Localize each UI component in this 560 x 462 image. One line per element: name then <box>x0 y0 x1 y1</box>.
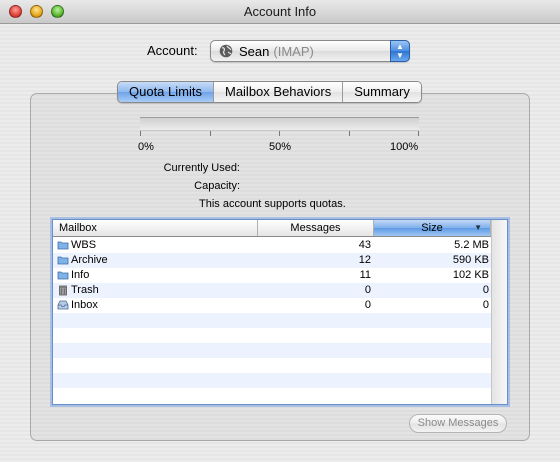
table-header: Mailbox Messages Size ▼ <box>53 220 491 237</box>
column-header-size-label: Size <box>421 222 443 234</box>
quota-ticks <box>140 131 419 136</box>
mailbox-name: Info <box>71 269 90 281</box>
empty-row <box>53 313 491 328</box>
mailbox-size: 0 <box>482 299 489 311</box>
account-name: Sean (IMAP) <box>239 44 314 59</box>
tab-quota-limits[interactable]: Quota Limits <box>118 82 213 102</box>
tick-label-0: 0% <box>138 141 154 153</box>
table-row[interactable]: Info 11 102 KB <box>53 268 491 283</box>
mailbox-size: 5.2 MB <box>454 239 489 251</box>
mailbox-name: Trash <box>71 284 99 296</box>
tick-0 <box>140 131 141 136</box>
account-name-text: Sean <box>239 44 270 59</box>
trash-icon <box>59 285 67 296</box>
title-bar[interactable]: Account Info <box>0 0 560 24</box>
message-count: 43 <box>358 239 371 251</box>
account-popup[interactable]: Sean (IMAP) ▲ ▼ <box>210 40 410 62</box>
window-title: Account Info <box>243 4 317 19</box>
table-row[interactable]: WBS 43 5.2 MB <box>53 238 491 253</box>
table-row[interactable]: Inbox 0 0 <box>53 298 491 313</box>
mailbox-size: 102 KB <box>452 269 489 281</box>
table-row[interactable]: Trash 0 0 <box>53 283 491 298</box>
message-count: 0 <box>364 299 371 311</box>
empty-row <box>53 388 491 403</box>
tick-50 <box>279 131 280 136</box>
tick-25 <box>210 131 211 136</box>
empty-row <box>53 358 491 373</box>
message-count: 11 <box>359 269 371 281</box>
tab-summary[interactable]: Summary <box>342 82 421 102</box>
tab-bar: Quota Limits Mailbox Behaviors Summary <box>117 81 422 103</box>
tick-100 <box>418 131 419 136</box>
folder-icon <box>57 256 69 265</box>
folder-icon <box>57 271 69 280</box>
popup-stepper-icon: ▲ ▼ <box>390 40 410 62</box>
folder-icon <box>57 241 69 250</box>
mailbox-size: 0 <box>482 284 489 296</box>
mailbox-name: WBS <box>71 239 97 251</box>
message-count: 12 <box>358 254 371 266</box>
empty-row <box>53 328 491 343</box>
mailbox-size: 590 KB <box>452 254 489 266</box>
sort-descending-icon: ▼ <box>474 223 482 232</box>
message-count: 0 <box>364 284 371 296</box>
quota-support-text: This account supports quotas. <box>199 198 346 210</box>
currently-used-label: Currently Used: <box>163 162 240 174</box>
column-header-messages[interactable]: Messages <box>258 220 374 236</box>
inbox-icon <box>57 300 69 310</box>
account-protocol: (IMAP) <box>273 44 314 59</box>
account-label: Account: <box>147 43 198 58</box>
tick-label-50: 50% <box>269 141 292 153</box>
tab-mailbox-behaviors[interactable]: Mailbox Behaviors <box>212 82 343 102</box>
show-messages-button[interactable]: Show Messages <box>409 414 507 433</box>
table-scrollbar[interactable] <box>491 220 507 404</box>
column-header-mailbox[interactable]: Mailbox <box>53 220 258 236</box>
mailbox-name: Archive <box>71 254 108 266</box>
mailbox-name: Inbox <box>71 299 98 311</box>
quota-level-bar <box>140 117 419 131</box>
account-info-window: Account Info Account: Sean (IMAP) ▲ ▼ Quot… <box>0 0 560 462</box>
tick-label-100: 100% <box>390 141 419 153</box>
empty-row <box>53 373 491 388</box>
empty-row <box>53 343 491 358</box>
globe-icon <box>219 44 233 58</box>
table-row[interactable]: Archive 12 590 KB <box>53 253 491 268</box>
tick-75 <box>349 131 350 136</box>
table-rows: WBS 43 5.2 MB Archive 12 590 KB Info 11 … <box>53 238 491 403</box>
column-header-size[interactable]: Size ▼ <box>374 220 491 236</box>
mailbox-table[interactable]: Mailbox Messages Size ▼ WBS 43 5.2 MB Arc… <box>52 219 508 405</box>
capacity-label: Capacity: <box>194 180 240 192</box>
